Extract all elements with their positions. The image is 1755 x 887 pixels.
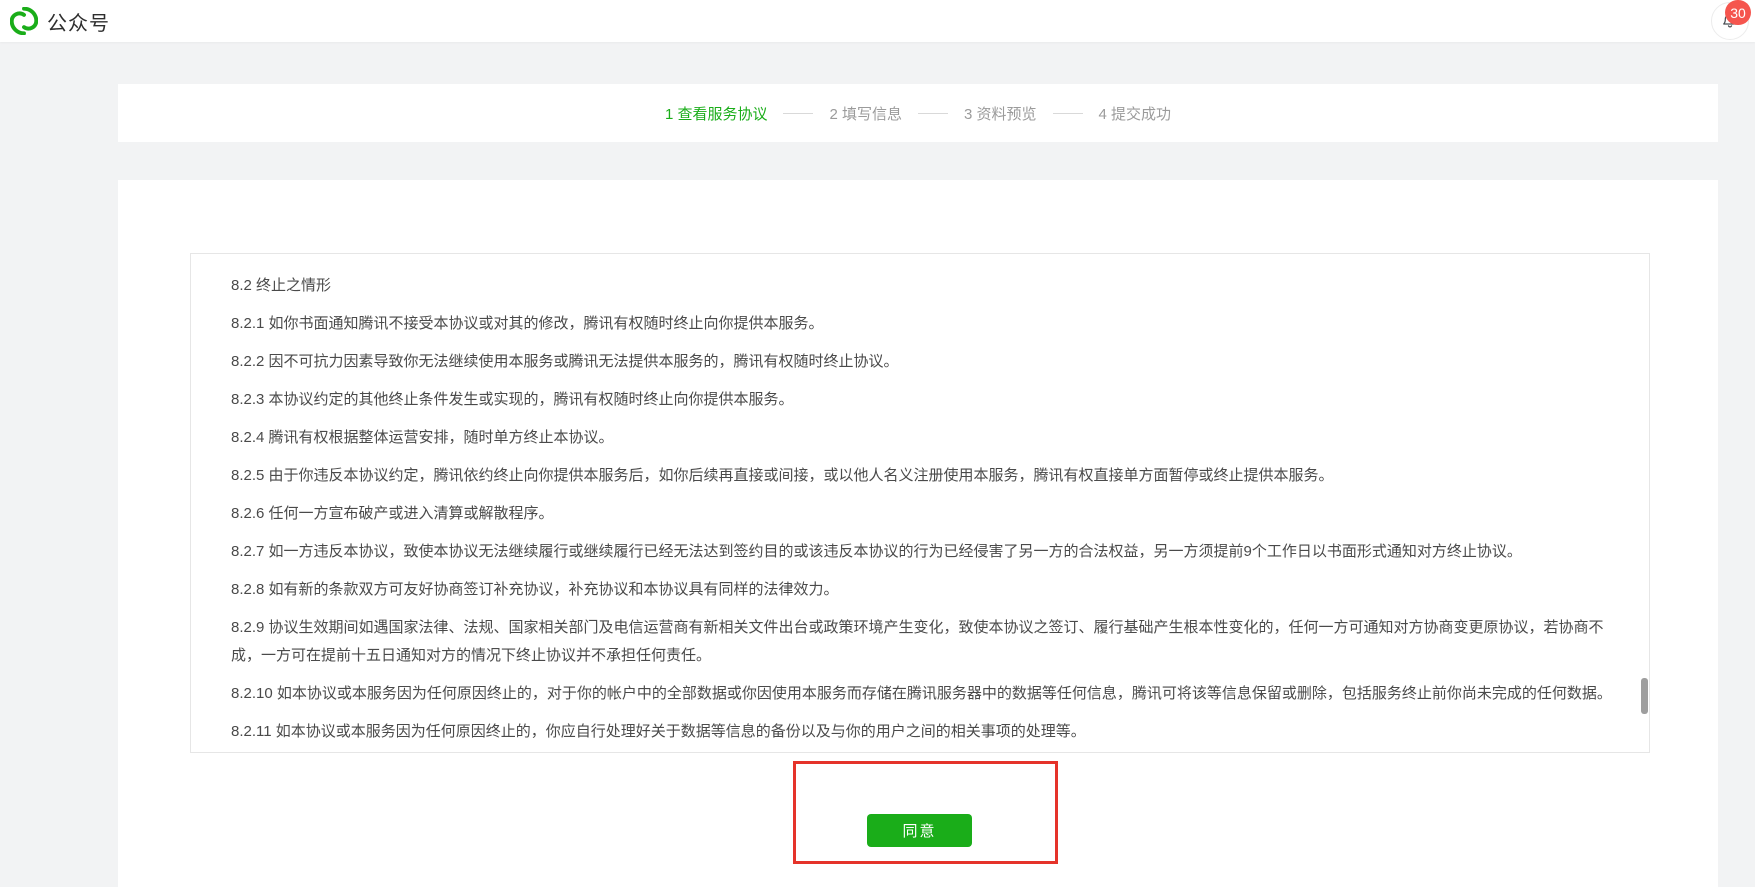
agreement-paragraph: 8.2.3 本协议约定的其他终止条件发生或实现的，腾讯有权随时终止向你提供本服务… [231, 386, 1619, 414]
step-separator [783, 113, 813, 114]
agreement-paragraph: 8.2 终止之情形 [231, 272, 1619, 300]
agreement-paragraph: 8.2.7 如一方违反本协议，致使本协议无法继续履行或继续履行已经无法达到签约目… [231, 538, 1619, 566]
agreement-paragraph: 8.2.5 由于你违反本协议约定，腾讯依约终止向你提供本服务后，如你后续再直接或… [231, 462, 1619, 490]
notification-count-badge[interactable]: 30 [1725, 0, 1751, 25]
top-header: 公众号 30 [0, 0, 1755, 42]
step-preview: 3 资料预览 [964, 103, 1037, 124]
agreement-paragraph: 8.2.2 因不可抗力因素导致你无法继续使用本服务或腾讯无法提供本服务的，腾讯有… [231, 348, 1619, 376]
step-fill-info: 2 填写信息 [829, 103, 902, 124]
agreement-paragraph: 8.2.9 协议生效期间如遇国家法律、法规、国家相关部门及电信运营商有新相关文件… [231, 614, 1619, 670]
agree-button[interactable]: 同意 [867, 814, 972, 847]
step-success: 4 提交成功 [1099, 103, 1172, 124]
agreement-paragraph: 8.2.11 如本协议或本服务因为任何原因终止的，你应自行处理好关于数据等信息的… [231, 718, 1619, 746]
step-separator [918, 113, 948, 114]
brand-title: 公众号 [47, 7, 110, 36]
agreement-paragraph: 8.2.10 如本协议或本服务因为任何原因终止的，对于你的帐户中的全部数据或你因… [231, 680, 1619, 708]
step-view-agreement: 1 查看服务协议 [665, 103, 768, 124]
agreement-scroll-area[interactable]: 8.2 终止之情形 8.2.1 如你书面通知腾讯不接受本协议或对其的修改，腾讯有… [190, 253, 1650, 753]
brand-logo-link[interactable]: 公众号 [10, 0, 110, 42]
agreement-paragraph: 8.2.6 任何一方宣布破产或进入清算或解散程序。 [231, 500, 1619, 528]
step-separator [1053, 113, 1083, 114]
agreement-paragraph: 8.2.8 如有新的条款双方可友好协商签订补充协议，补充协议和本协议具有同样的法… [231, 576, 1619, 604]
wechat-official-account-logo-icon [10, 7, 38, 35]
agreement-panel: 8.2 终止之情形 8.2.1 如你书面通知腾讯不接受本协议或对其的修改，腾讯有… [118, 180, 1718, 887]
agreement-paragraph: 8.2.4 腾讯有权根据整体运营安排，随时单方终止本协议。 [231, 424, 1619, 452]
registration-step-bar: 1 查看服务协议 2 填写信息 3 资料预览 4 提交成功 [118, 84, 1718, 142]
scrollbar-thumb[interactable] [1641, 678, 1648, 714]
agreement-paragraph: 8.2.1 如你书面通知腾讯不接受本协议或对其的修改，腾讯有权随时终止向你提供本… [231, 310, 1619, 338]
